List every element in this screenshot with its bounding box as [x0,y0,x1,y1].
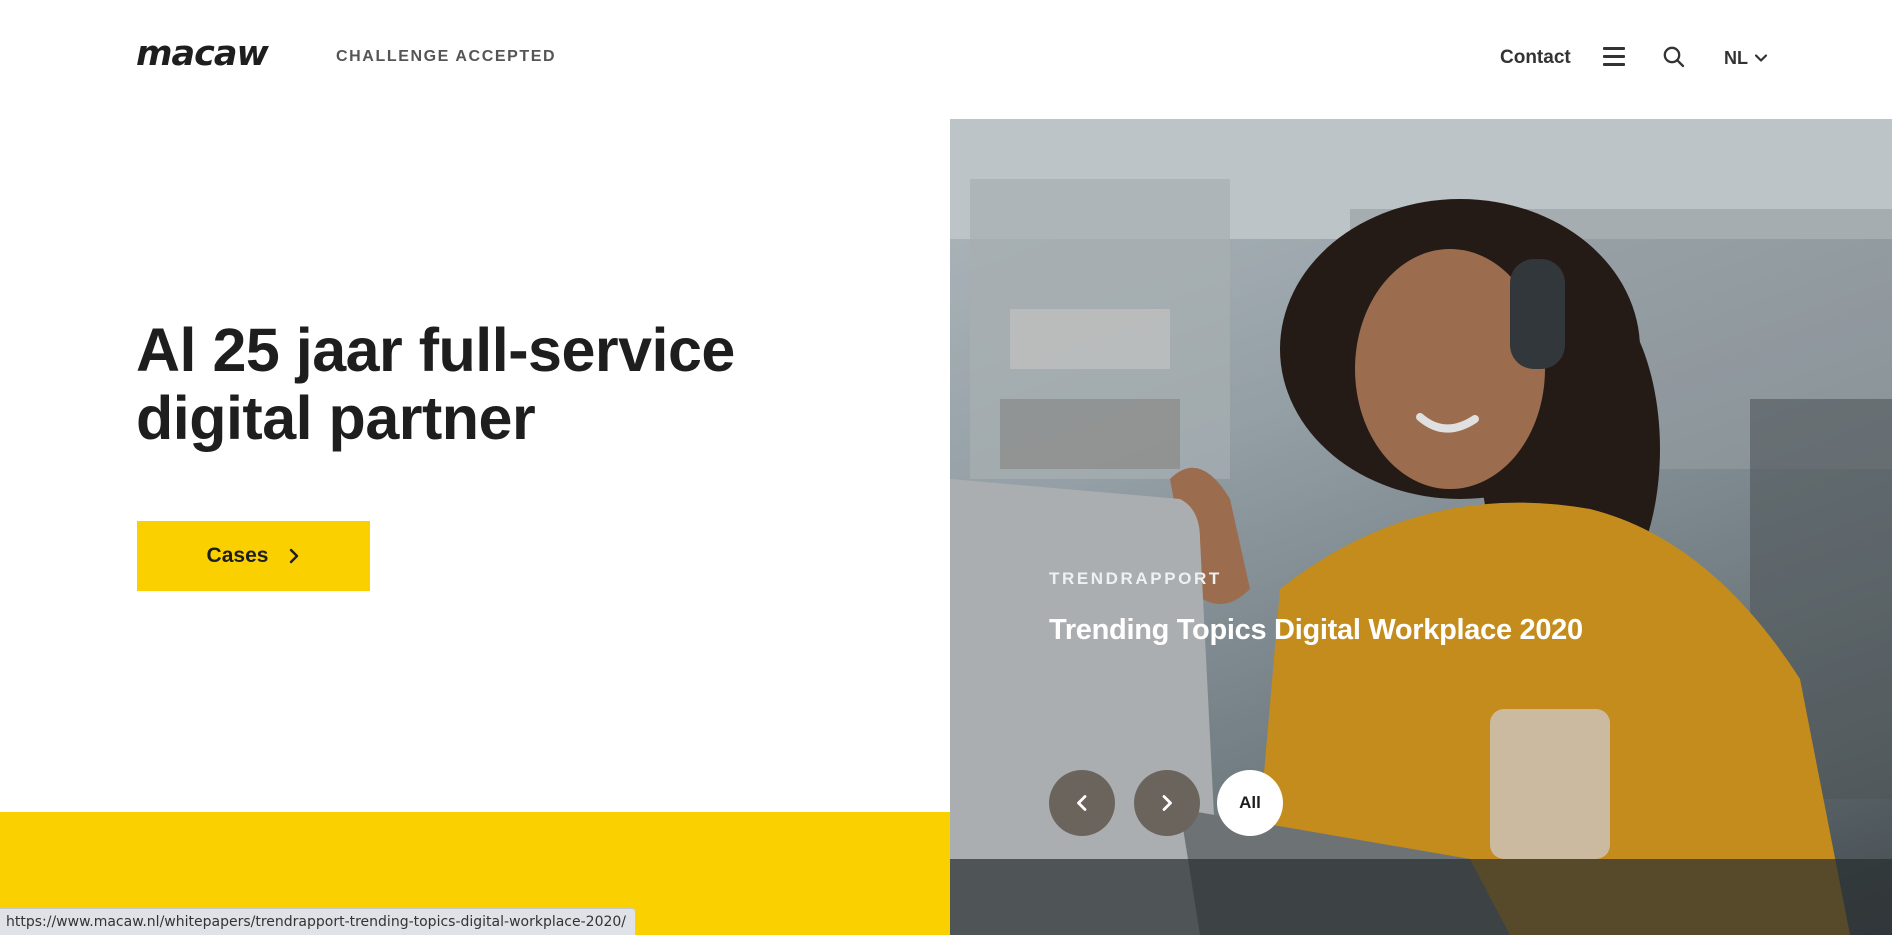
macaw-logo[interactable]: macaw [136,34,269,74]
carousel-all-label: All [1239,793,1261,812]
carousel-prev-button[interactable] [1049,770,1115,836]
hero-title-line2: digital partner [136,384,536,452]
chevron-right-icon [1162,795,1172,811]
tagline: CHALLENGE ACCEPTED [336,48,557,65]
chevron-down-icon [1754,54,1768,62]
link-preview-statusbar: https://www.macaw.nl/whitepapers/trendra… [0,908,637,935]
carousel-next-button[interactable] [1134,770,1200,836]
chevron-right-icon [290,548,299,564]
language-selector[interactable]: NL [1724,47,1768,69]
slide-kicker: TRENDRAPPORT [1049,569,1222,588]
contact-link[interactable]: Contact [1500,47,1571,69]
search-icon[interactable] [1662,45,1686,69]
hero-title: Al 25 jaar full-service digital partner [136,316,856,452]
menu-icon[interactable] [1603,46,1625,66]
chevron-left-icon [1077,795,1087,811]
slide-title-link[interactable]: Trending Topics Digital Workplace 2020 [1049,614,1583,647]
cases-button-label: Cases [206,544,269,567]
site-header: macaw CHALLENGE ACCEPTED Contact NL [0,0,1892,118]
cases-button[interactable]: Cases [137,521,370,591]
carousel-all-button[interactable]: All [1217,770,1283,836]
language-label: NL [1724,48,1748,68]
hero-title-line1: Al 25 jaar full-service [136,316,735,384]
